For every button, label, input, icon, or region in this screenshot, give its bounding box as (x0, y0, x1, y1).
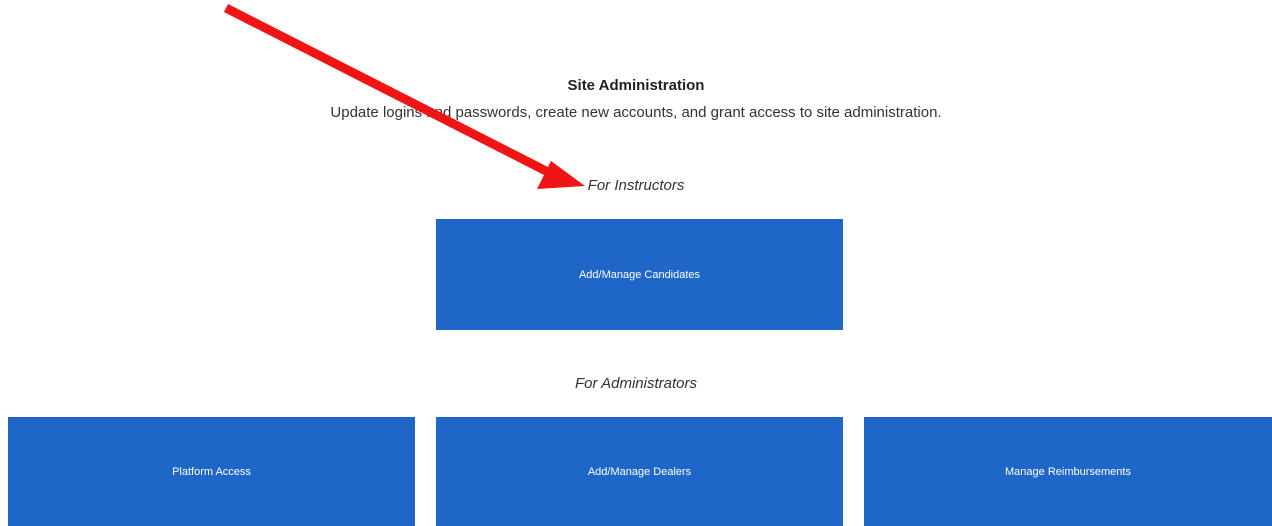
manage-reimbursements-button[interactable]: Manage Reimbursements (864, 417, 1272, 526)
section-heading-administrators: For Administrators (575, 375, 697, 392)
add-manage-dealers-button[interactable]: Add/Manage Dealers (436, 417, 843, 526)
platform-access-button[interactable]: Platform Access (8, 417, 415, 526)
manage-reimbursements-label: Manage Reimbursements (1005, 465, 1131, 478)
site-administration-page: Site Administration Update logins and pa… (0, 0, 1272, 526)
add-manage-candidates-button[interactable]: Add/Manage Candidates (436, 219, 843, 330)
page-description: Update logins and passwords, create new … (330, 104, 942, 121)
section-heading-instructors: For Instructors (587, 177, 685, 194)
page-title: Site Administration (567, 77, 705, 94)
add-manage-candidates-label: Add/Manage Candidates (578, 268, 701, 281)
add-manage-dealers-label: Add/Manage Dealers (587, 465, 692, 478)
platform-access-label: Platform Access (172, 465, 251, 478)
